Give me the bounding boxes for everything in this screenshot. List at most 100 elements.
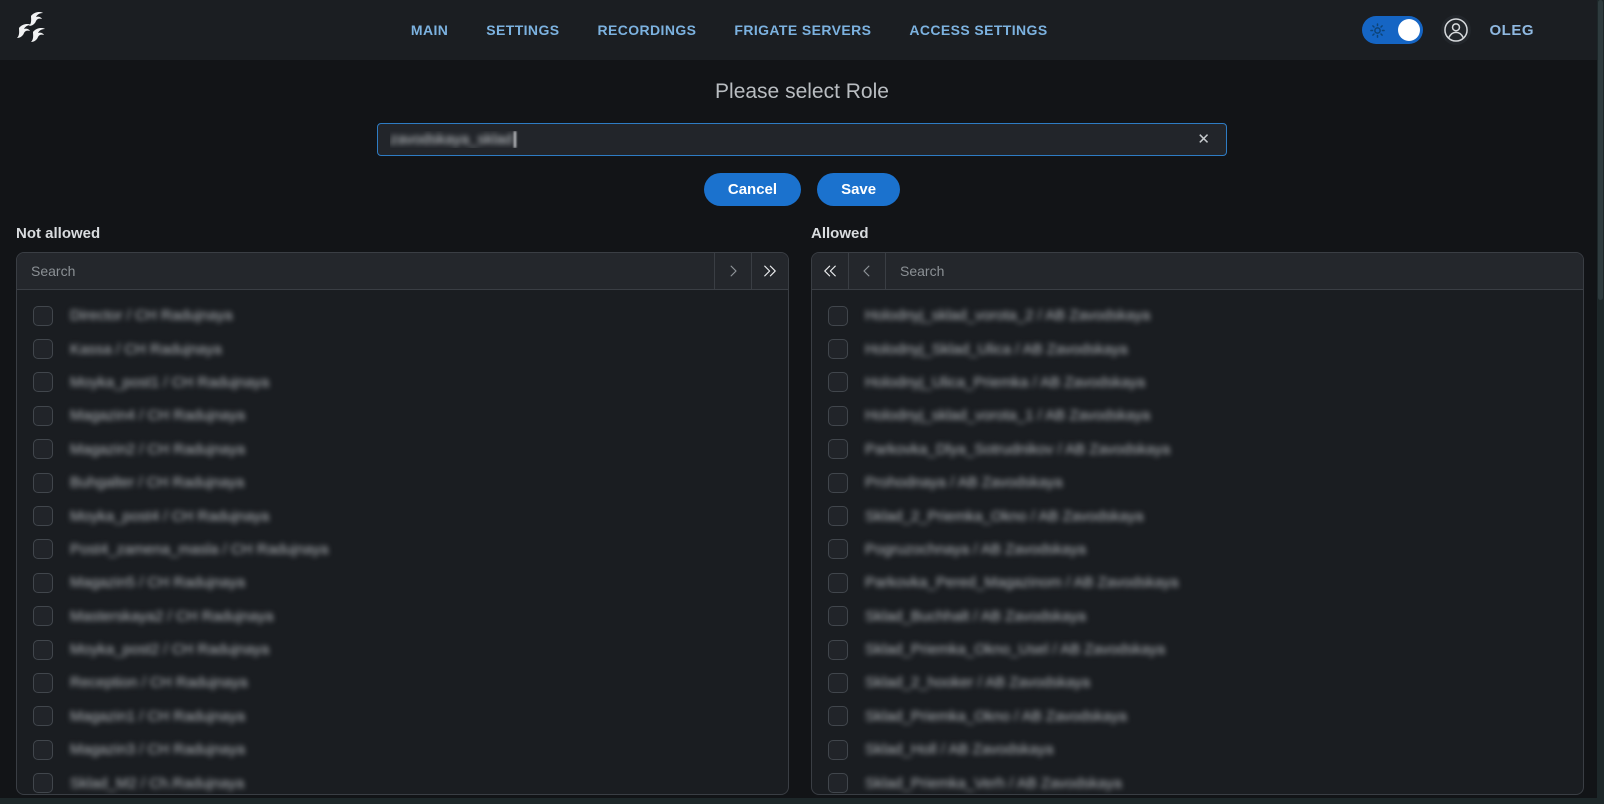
- item-checkbox[interactable]: [828, 473, 848, 493]
- item-checkbox[interactable]: [828, 606, 848, 626]
- list-item[interactable]: Sklad_Holl / AB Zavodskaya: [828, 733, 1583, 766]
- user-name[interactable]: OLEG: [1489, 22, 1534, 39]
- item-checkbox[interactable]: [33, 539, 53, 559]
- allowed-column: Allowed Holodnyj_s: [811, 225, 1584, 795]
- item-checkbox[interactable]: [828, 372, 848, 392]
- list-item[interactable]: Masterskaya2 / CH Radujnaya: [33, 600, 788, 633]
- item-checkbox[interactable]: [33, 673, 53, 693]
- list-item[interactable]: Holodnyj_sklad_vorota_1 / AB Zavodskaya: [828, 399, 1583, 432]
- item-checkbox[interactable]: [33, 506, 53, 526]
- list-item[interactable]: Buhgalter / CH Radujnaya: [33, 466, 788, 499]
- clear-input-icon[interactable]: ✕: [1193, 128, 1214, 151]
- item-checkbox[interactable]: [33, 740, 53, 760]
- item-label: Parkovka_Pered_Magazinom / AB Zavodskaya: [865, 574, 1179, 591]
- item-checkbox[interactable]: [828, 339, 848, 359]
- vertical-scrollbar[interactable]: [1597, 0, 1604, 804]
- list-item[interactable]: Prohodnaya / AB Zavodskaya: [828, 466, 1583, 499]
- item-checkbox[interactable]: [828, 439, 848, 459]
- item-checkbox[interactable]: [828, 539, 848, 559]
- item-checkbox[interactable]: [33, 339, 53, 359]
- item-checkbox[interactable]: [33, 473, 53, 493]
- list-item[interactable]: Reception / CH Radujnaya: [33, 666, 788, 699]
- list-item[interactable]: Director / CH Radujnaya: [33, 299, 788, 332]
- item-label: Post4_zamena_masla / CH Radujnaya: [70, 541, 328, 558]
- list-item[interactable]: Sklad_Priemka_Okno_Usel / AB Zavodskaya: [828, 633, 1583, 666]
- allowed-search-input[interactable]: [886, 253, 1583, 289]
- item-checkbox[interactable]: [828, 306, 848, 326]
- item-checkbox[interactable]: [33, 573, 53, 593]
- list-item[interactable]: Moyka_post2 / CH Radujnaya: [33, 633, 788, 666]
- list-item[interactable]: Sklad_Priemka_Okno / AB Zavodskaya: [828, 700, 1583, 733]
- item-checkbox[interactable]: [33, 773, 53, 793]
- item-checkbox[interactable]: [33, 439, 53, 459]
- list-item[interactable]: Holodnyj_Sklad_Ulica / AB Zavodskaya: [828, 332, 1583, 365]
- item-checkbox[interactable]: [828, 640, 848, 660]
- item-label: Holodnyj_Sklad_Ulica / AB Zavodskaya: [865, 341, 1128, 358]
- user-icon: [1443, 17, 1469, 43]
- list-item[interactable]: Sklad_Priemka_Verh / AB Zavodskaya: [828, 766, 1583, 794]
- move-selected-left-button[interactable]: [849, 253, 886, 289]
- user-avatar-button[interactable]: [1441, 15, 1471, 45]
- main-nav: MAIN SETTINGS RECORDINGS FRIGATE SERVERS…: [371, 22, 1048, 38]
- list-item[interactable]: Magazin3 / CH Radujnaya: [33, 733, 788, 766]
- item-checkbox[interactable]: [828, 406, 848, 426]
- list-item[interactable]: Parkovka_Pered_Magazinom / AB Zavodskaya: [828, 566, 1583, 599]
- item-checkbox[interactable]: [33, 640, 53, 660]
- item-checkbox[interactable]: [33, 306, 53, 326]
- move-selected-right-button[interactable]: [714, 253, 751, 289]
- item-checkbox[interactable]: [33, 372, 53, 392]
- allowed-list: Holodnyj_sklad_vorota_2 / AB Zavodskaya …: [812, 290, 1583, 794]
- list-item[interactable]: Moyka_post4 / CH Radujnaya: [33, 499, 788, 532]
- list-item[interactable]: Sklad_2_hooker / AB Zavodskaya: [828, 666, 1583, 699]
- item-checkbox[interactable]: [828, 673, 848, 693]
- item-label: Buhgalter / CH Radujnaya: [70, 474, 244, 491]
- vertical-scrollbar-thumb[interactable]: [1598, 0, 1603, 300]
- list-item[interactable]: Magazin1 / CH Radujnaya: [33, 700, 788, 733]
- move-all-left-button[interactable]: [812, 253, 849, 289]
- nav-link[interactable]: SETTINGS: [486, 22, 559, 38]
- item-label: Prohodnaya / AB Zavodskaya: [865, 474, 1063, 491]
- item-checkbox[interactable]: [828, 740, 848, 760]
- item-checkbox[interactable]: [828, 573, 848, 593]
- nav-link[interactable]: RECORDINGS: [597, 22, 696, 38]
- nav-link[interactable]: FRIGATE SERVERS: [734, 22, 871, 38]
- item-checkbox[interactable]: [33, 706, 53, 726]
- item-checkbox[interactable]: [828, 706, 848, 726]
- list-item[interactable]: Parkovka_Dlya_Sotrudnikov / AB Zavodskay…: [828, 433, 1583, 466]
- list-item[interactable]: Magazin4 / CH Radujnaya: [33, 399, 788, 432]
- move-all-right-button[interactable]: [751, 253, 788, 289]
- list-item[interactable]: Holodnyj_sklad_vorota_2 / AB Zavodskaya: [828, 299, 1583, 332]
- list-item[interactable]: Sklad_M2 / Ch.Radujnaya: [33, 766, 788, 794]
- text-caret: [514, 131, 516, 148]
- nav-link[interactable]: ACCESS SETTINGS: [909, 22, 1047, 38]
- item-label: Pogruzochnaya / AB Zavodskaya: [865, 541, 1086, 558]
- not-allowed-search-input[interactable]: [17, 253, 714, 289]
- list-item[interactable]: Magazin2 / CH Radujnaya: [33, 433, 788, 466]
- top-navbar: MAIN SETTINGS RECORDINGS FRIGATE SERVERS…: [0, 0, 1604, 60]
- list-item[interactable]: Holodnyj_Ulica_Priemka / AB Zavodskaya: [828, 366, 1583, 399]
- nav-link[interactable]: MAIN: [411, 22, 448, 38]
- app-logo[interactable]: [10, 7, 56, 53]
- item-label: Magazin4 / CH Radujnaya: [70, 407, 245, 424]
- list-item[interactable]: Pogruzochnaya / AB Zavodskaya: [828, 533, 1583, 566]
- list-item[interactable]: Sklad_Buchhalt / AB Zavodskaya: [828, 600, 1583, 633]
- list-item[interactable]: Kassa / CH Radujnaya: [33, 332, 788, 365]
- item-checkbox[interactable]: [33, 406, 53, 426]
- item-checkbox[interactable]: [828, 773, 848, 793]
- list-item[interactable]: Sklad_2_Priemka_Okno / AB Zavodskaya: [828, 499, 1583, 532]
- allowed-title: Allowed: [811, 225, 1584, 245]
- item-label: Sklad_Priemka_Okno_Usel / AB Zavodskaya: [865, 641, 1165, 658]
- list-item[interactable]: Moyka_post1 / CH Radujnaya: [33, 366, 788, 399]
- item-label: Magazin1 / CH Radujnaya: [70, 708, 245, 725]
- item-checkbox[interactable]: [33, 606, 53, 626]
- page-title: Please select Role: [0, 78, 1604, 106]
- horizontal-scrollbar[interactable]: [0, 798, 1604, 804]
- item-checkbox[interactable]: [828, 506, 848, 526]
- save-button[interactable]: Save: [817, 173, 900, 206]
- cancel-button[interactable]: Cancel: [704, 173, 801, 206]
- list-item[interactable]: Post4_zamena_masla / CH Radujnaya: [33, 533, 788, 566]
- theme-toggle[interactable]: [1362, 16, 1423, 44]
- nav-right-cluster: OLEG: [1362, 15, 1534, 45]
- list-item[interactable]: Magazin5 / CH Radujnaya: [33, 566, 788, 599]
- role-input[interactable]: zavodskaya_sklad ✕: [377, 123, 1227, 156]
